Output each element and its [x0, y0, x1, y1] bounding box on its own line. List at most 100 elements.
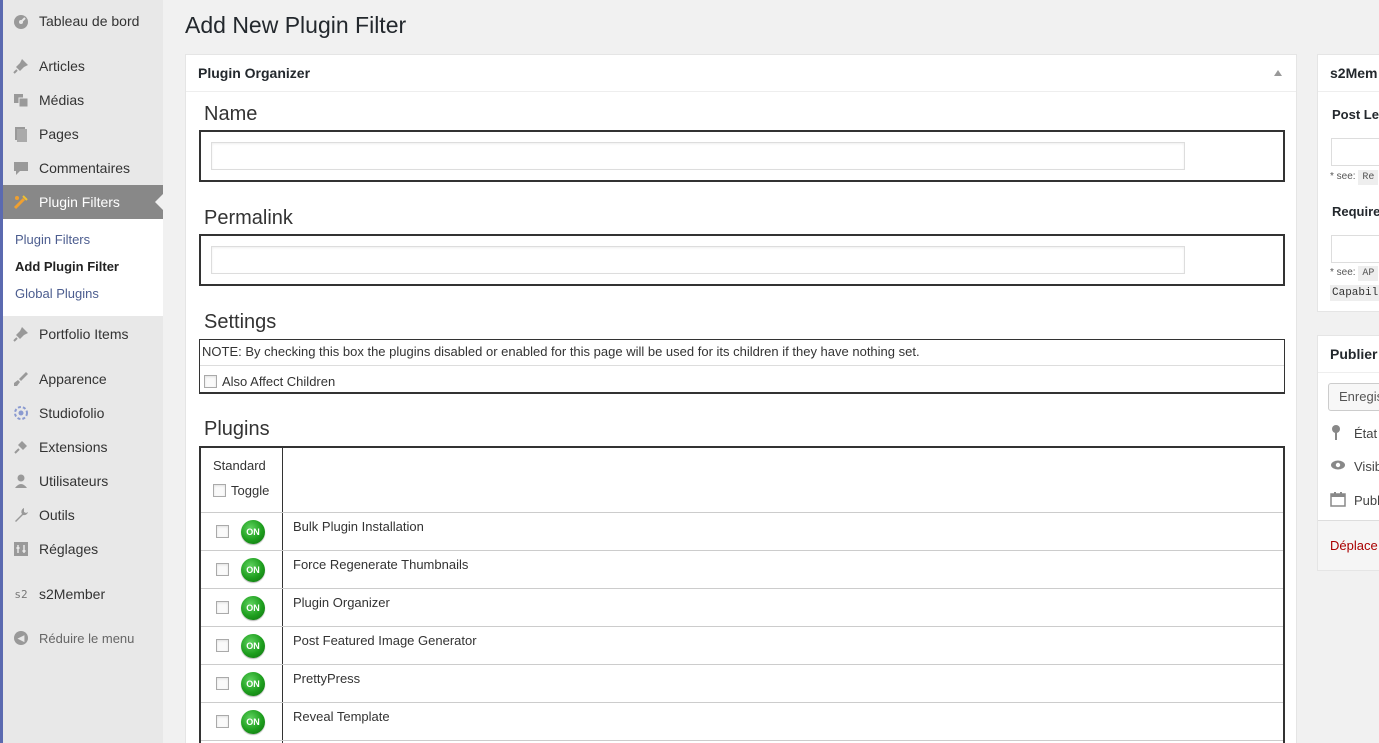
menu-item-outils[interactable]: Outils: [3, 498, 163, 532]
menu-item-pages[interactable]: Pages: [3, 117, 163, 151]
pin-icon: [3, 325, 39, 343]
page-title: Add New Plugin Filter: [185, 12, 407, 38]
on-toggle-button[interactable]: ON: [241, 557, 265, 582]
plugin-name: PrettyPress: [293, 671, 361, 686]
settings-label: Settings: [204, 311, 277, 333]
media-icon: [3, 91, 39, 109]
menu-item-apparence[interactable]: Apparence: [3, 362, 163, 396]
comment-icon: [3, 159, 39, 177]
menu-item-studiofolio[interactable]: Studiofolio: [3, 396, 163, 430]
plugin-name: Post Featured Image Generator: [293, 633, 477, 648]
name-input[interactable]: [211, 142, 1185, 170]
see-note-2: * see: AP: [1330, 266, 1379, 281]
plugins-table: Standard Toggle ON Bulk Plugin Installat…: [199, 446, 1285, 743]
plugins-table-header: Standard Toggle: [201, 448, 1283, 513]
menu-item-articles[interactable]: Articles: [3, 49, 163, 83]
menu-item-s2member[interactable]: s2 s2Member: [3, 577, 163, 611]
plugin-name: Plugin Organizer: [293, 595, 390, 610]
see-note-1: * see: Re: [1330, 170, 1379, 185]
eye-icon: [1330, 458, 1354, 474]
save-draft-button[interactable]: Enregis: [1328, 383, 1379, 411]
plugin-row: ON Plugin Organizer: [201, 589, 1283, 627]
plugin-row: ON Bulk Plugin Installation: [201, 513, 1283, 551]
name-field-box: [199, 130, 1285, 182]
plugin-checkbox[interactable]: [216, 639, 229, 652]
require-label: Require: [1332, 204, 1379, 219]
submenu-plugin-filters[interactable]: Plugin Filters: [3, 229, 163, 256]
s2member-box-title[interactable]: s2Mem: [1318, 55, 1379, 92]
status-row: État: [1330, 424, 1377, 443]
settings-note: NOTE: By checking this box the plugins d…: [200, 340, 1284, 366]
publish-box: Publier Enregis État Visib Publ Déplace: [1317, 335, 1379, 571]
plugin-name: Reveal Template: [293, 709, 390, 724]
plugins-label: Plugins: [204, 418, 270, 440]
move-to-trash-link[interactable]: Déplace: [1330, 538, 1378, 553]
publish-footer: Déplace: [1318, 520, 1379, 570]
on-toggle-button[interactable]: ON: [241, 709, 265, 734]
on-toggle-button[interactable]: ON: [241, 633, 265, 658]
menu-item-extensions[interactable]: Extensions: [3, 430, 163, 464]
settings-box: NOTE: By checking this box the plugins d…: [199, 339, 1285, 394]
menu-item-comments[interactable]: Commentaires: [3, 151, 163, 185]
capabilities-code: Capabil: [1330, 285, 1379, 301]
dashboard-icon: [3, 12, 39, 30]
require-input[interactable]: [1331, 235, 1379, 263]
s2-icon: s2: [14, 587, 28, 601]
menu-item-utilisateurs[interactable]: Utilisateurs: [3, 464, 163, 498]
plugin-checkbox[interactable]: [216, 601, 229, 614]
user-icon: [3, 472, 39, 490]
menu-item-medias[interactable]: Médias: [3, 83, 163, 117]
name-label: Name: [204, 103, 258, 125]
plugin-filters-submenu: Plugin Filters Add Plugin Filter Global …: [3, 219, 163, 316]
permalink-field-box: [199, 234, 1285, 286]
plugin-checkbox[interactable]: [216, 677, 229, 690]
box-header[interactable]: Plugin Organizer: [186, 55, 1296, 92]
plugin-row: ON Post Featured Image Generator: [201, 627, 1283, 665]
also-affect-children-checkbox[interactable]: [204, 375, 217, 388]
menu-item-dashboard[interactable]: Tableau de bord: [3, 4, 163, 38]
calendar-icon: [1330, 491, 1354, 510]
collapse-toggle-icon[interactable]: [1274, 70, 1282, 76]
on-toggle-button[interactable]: ON: [241, 519, 265, 544]
menu-item-portfolio-items[interactable]: Portfolio Items: [3, 317, 163, 351]
plugin-organizer-box: Plugin Organizer Name Permalink Settings…: [185, 54, 1297, 743]
post-level-select[interactable]: [1331, 138, 1379, 166]
wrench-icon: [3, 506, 39, 524]
s2member-box: s2Mem Post Lev * see: Re Require * see: …: [1317, 54, 1379, 312]
collapse-menu-button[interactable]: ◀ Réduire le menu: [3, 626, 134, 650]
plugin-row: ON PrettyPress: [201, 665, 1283, 703]
toggle-label: Toggle: [231, 483, 270, 498]
visibility-row: Visib: [1330, 458, 1379, 474]
also-affect-children-label: Also Affect Children: [222, 374, 336, 389]
settings-icon: [3, 540, 39, 558]
plugin-row: ON Reveal Template: [201, 703, 1283, 741]
collapse-arrow-icon: ◀: [3, 631, 39, 645]
publish-date-row: Publ: [1330, 491, 1379, 510]
post-level-label: Post Lev: [1332, 107, 1379, 122]
gear-icon: [3, 404, 39, 422]
pages-icon: [3, 125, 39, 143]
admin-sidebar: Tableau de bord Articles Médias Pages Co…: [0, 0, 163, 743]
standard-label: Standard: [213, 458, 266, 473]
toggle-all-checkbox[interactable]: [213, 484, 226, 497]
permalink-input[interactable]: [211, 246, 1185, 274]
submenu-add-plugin-filter[interactable]: Add Plugin Filter: [3, 256, 163, 283]
menu-item-reglages[interactable]: Réglages: [3, 532, 163, 566]
plugin-name: Force Regenerate Thumbnails: [293, 557, 469, 572]
on-toggle-button[interactable]: ON: [241, 595, 265, 620]
menu-item-plugin-filters[interactable]: Plugin Filters: [3, 185, 163, 219]
permalink-label: Permalink: [204, 207, 293, 229]
plugin-name: Bulk Plugin Installation: [293, 519, 424, 534]
plugin-filter-icon: [3, 193, 39, 211]
publish-box-title[interactable]: Publier: [1318, 336, 1379, 373]
brush-icon: [3, 370, 39, 388]
pin-icon: [3, 57, 39, 75]
plugin-checkbox[interactable]: [216, 715, 229, 728]
key-pin-icon: [1330, 424, 1354, 443]
plugin-checkbox[interactable]: [216, 525, 229, 538]
submenu-global-plugins[interactable]: Global Plugins: [3, 283, 163, 310]
box-title: Plugin Organizer: [198, 65, 311, 81]
plugin-row: ON Force Regenerate Thumbnails: [201, 551, 1283, 589]
on-toggle-button[interactable]: ON: [241, 671, 265, 696]
plugin-checkbox[interactable]: [216, 563, 229, 576]
